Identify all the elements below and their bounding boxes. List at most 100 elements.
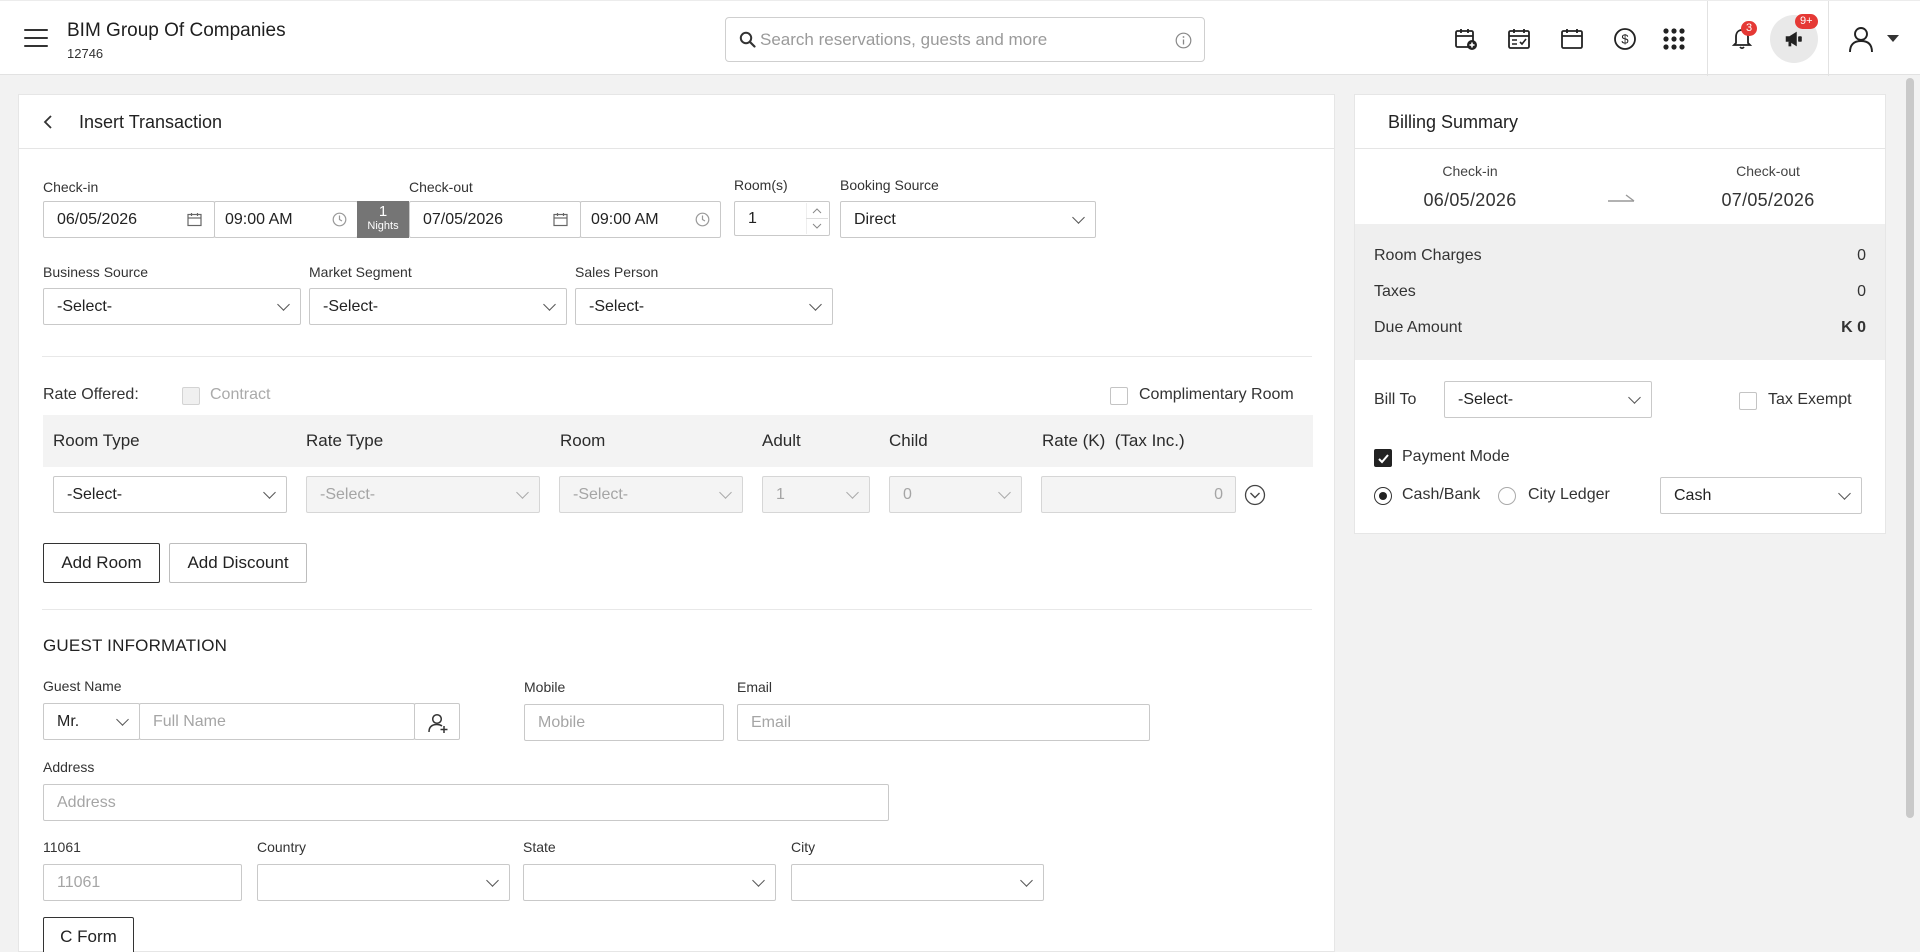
- cash-bank-label: Cash/Bank: [1402, 486, 1481, 503]
- bell-badge: 3: [1741, 21, 1758, 36]
- full-name-input[interactable]: Full Name: [139, 703, 415, 740]
- country-select[interactable]: [257, 864, 510, 901]
- top-bar: BIM Group Of Companies 12746 $ 3 9+: [0, 0, 1920, 76]
- zip-label: 11061: [43, 839, 81, 855]
- chevron-down-icon: [998, 486, 1011, 499]
- chevron-down-icon: [809, 298, 822, 311]
- back-arrow-icon[interactable]: [43, 115, 55, 129]
- rate-offered-label: Rate Offered:: [43, 386, 139, 403]
- city-ledger-radio[interactable]: [1498, 487, 1516, 505]
- checkin-date-field[interactable]: 06/05/2026: [43, 201, 215, 238]
- rooms-label: Room(s): [734, 177, 788, 193]
- tax-exempt-label: Tax Exempt: [1768, 391, 1852, 408]
- chevron-down-icon: [1072, 211, 1085, 224]
- payment-type-select[interactable]: Cash: [1660, 477, 1862, 514]
- market-segment-label: Market Segment: [309, 264, 412, 280]
- announcement-badge: 9+: [1795, 14, 1818, 29]
- bill-to-select[interactable]: -Select-: [1444, 381, 1652, 418]
- add-room-button[interactable]: Add Room: [43, 543, 160, 583]
- billing-header: Billing Summary: [1355, 95, 1885, 149]
- billing-checkout-value: 07/05/2026: [1721, 190, 1815, 210]
- calendar-check-icon[interactable]: [1507, 27, 1531, 51]
- chevron-down-icon: [752, 874, 765, 887]
- company-name: BIM Group Of Companies: [67, 20, 286, 41]
- info-icon[interactable]: [1175, 32, 1192, 49]
- rate-input[interactable]: 0: [1041, 476, 1236, 513]
- billing-title: Billing Summary: [1388, 112, 1519, 132]
- state-select[interactable]: [523, 864, 776, 901]
- chevron-down-icon: [116, 713, 129, 726]
- taxes-value: 0: [1857, 283, 1866, 300]
- checkout-date-field[interactable]: 07/05/2026: [409, 201, 581, 238]
- clock-icon: [332, 212, 347, 227]
- col-rate: Rate (K) (Tax Inc.): [1042, 431, 1185, 450]
- booking-source-select[interactable]: Direct: [840, 201, 1096, 238]
- search-bar[interactable]: [725, 17, 1205, 62]
- guest-name-label: Guest Name: [43, 678, 122, 694]
- contract-checkbox[interactable]: [182, 387, 200, 405]
- dollar-icon[interactable]: $: [1613, 27, 1637, 51]
- address-input[interactable]: Address: [43, 784, 889, 821]
- col-child: Child: [889, 431, 928, 450]
- chevron-down-icon: [1838, 487, 1851, 500]
- tax-exempt-checkbox[interactable]: [1739, 392, 1757, 410]
- arrow-right-icon: [1608, 194, 1635, 202]
- calendar-icon[interactable]: [1560, 27, 1584, 51]
- menu-icon[interactable]: [24, 29, 48, 47]
- cash-bank-radio[interactable]: [1374, 487, 1392, 505]
- due-amount-label: Due Amount: [1374, 319, 1463, 336]
- svg-text:$: $: [1621, 32, 1629, 47]
- bill-to-label: Bill To: [1374, 391, 1417, 408]
- zip-input[interactable]: 11061: [43, 864, 242, 901]
- search-icon: [739, 31, 756, 48]
- page-title: Insert Transaction: [79, 112, 223, 132]
- search-input[interactable]: [760, 28, 1160, 52]
- user-icon[interactable]: [1847, 25, 1875, 53]
- payment-mode-checkbox[interactable]: [1374, 449, 1392, 467]
- sales-person-select[interactable]: -Select-: [575, 288, 833, 325]
- expand-row-icon[interactable]: [1244, 484, 1266, 506]
- mobile-input[interactable]: Mobile: [524, 704, 724, 741]
- booking-source-label: Booking Source: [840, 177, 939, 193]
- chevron-down-icon: [846, 486, 859, 499]
- insert-transaction-panel: Insert Transaction Check-in 06/05/2026 0…: [18, 94, 1335, 952]
- chevron-down-icon: [1628, 391, 1641, 404]
- user-plus-icon: [428, 713, 448, 733]
- page-scrollbar[interactable]: [1906, 78, 1914, 818]
- stepper-arrows-icon[interactable]: [806, 203, 828, 234]
- col-room-type: Room Type: [53, 431, 140, 450]
- apps-grid-icon[interactable]: [1662, 27, 1686, 51]
- divider: [1828, 1, 1829, 76]
- city-select[interactable]: [791, 864, 1044, 901]
- room-select[interactable]: -Select-: [559, 476, 743, 513]
- city-ledger-label: City Ledger: [1528, 486, 1610, 503]
- checkin-label: Check-in: [43, 179, 99, 195]
- nights-badge: 1 Nights: [357, 201, 409, 238]
- guest-section-title: GUEST INFORMATION: [43, 636, 228, 655]
- market-segment-select[interactable]: -Select-: [309, 288, 567, 325]
- clock-icon: [695, 212, 710, 227]
- checkin-time-field[interactable]: 09:00 AM: [214, 201, 358, 238]
- child-select[interactable]: 0: [889, 476, 1022, 513]
- chevron-down-icon: [263, 486, 276, 499]
- guest-lookup-button[interactable]: [414, 703, 460, 740]
- calendar-add-icon[interactable]: [1454, 27, 1478, 51]
- rooms-stepper[interactable]: 1: [734, 201, 830, 236]
- c-form-button[interactable]: C Form: [43, 917, 134, 952]
- email-input[interactable]: Email: [737, 704, 1150, 741]
- city-label: City: [791, 839, 816, 855]
- complimentary-room-checkbox[interactable]: [1110, 387, 1128, 405]
- checkout-time-field[interactable]: 09:00 AM: [580, 201, 721, 238]
- chevron-down-icon: [1020, 874, 1033, 887]
- contract-label: Contract: [210, 386, 271, 403]
- rate-type-select[interactable]: -Select-: [306, 476, 540, 513]
- user-menu-caret-icon[interactable]: [1887, 35, 1899, 43]
- room-type-select[interactable]: -Select-: [53, 476, 287, 513]
- complimentary-room-label: Complimentary Room: [1139, 386, 1294, 403]
- adult-select[interactable]: 1: [762, 476, 870, 513]
- billing-checkout-label: Check-out: [1736, 163, 1800, 179]
- country-label: Country: [257, 839, 307, 855]
- business-source-select[interactable]: -Select-: [43, 288, 301, 325]
- add-discount-button[interactable]: Add Discount: [169, 543, 307, 583]
- salutation-select[interactable]: Mr.: [43, 703, 140, 740]
